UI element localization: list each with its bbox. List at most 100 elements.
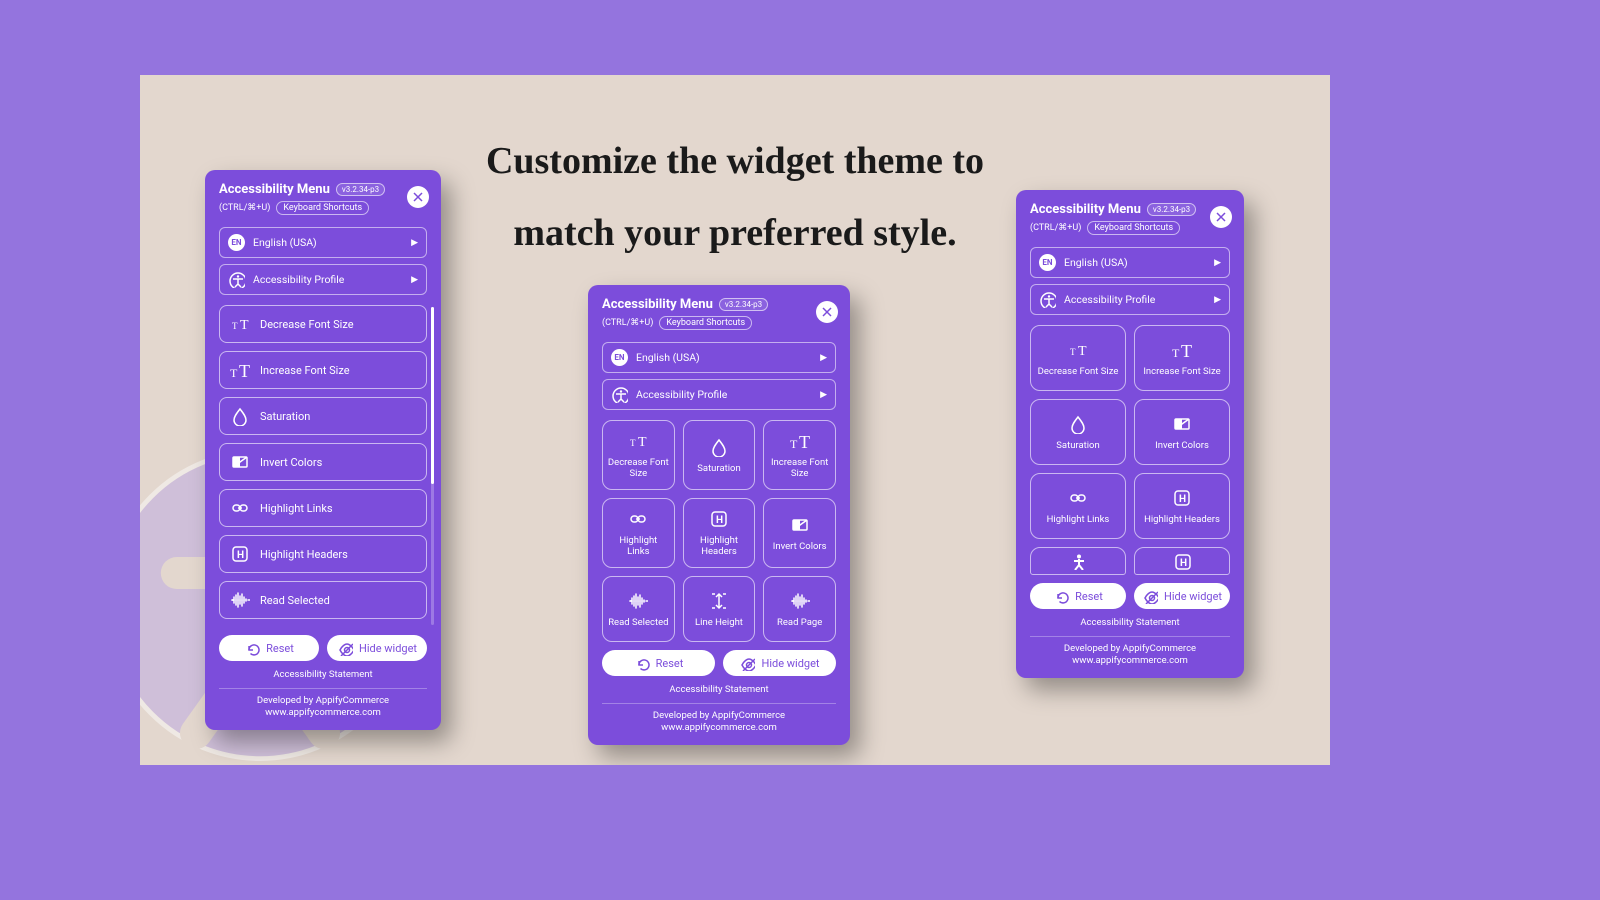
options-grid: Decrease Font Size Increase Font Size Satu… bbox=[1030, 325, 1230, 539]
eye-off-icon bbox=[739, 655, 755, 671]
accessibility-statement-link[interactable]: Accessibility Statement bbox=[219, 669, 427, 680]
accessibility-statement-link[interactable]: Accessibility Statement bbox=[1030, 617, 1230, 628]
profile-selector[interactable]: Accessibility Profile ▶ bbox=[602, 379, 836, 410]
chevron-right-icon: ▶ bbox=[1214, 295, 1221, 305]
language-selector[interactable]: EN English (USA) ▶ bbox=[219, 227, 427, 258]
option-wave[interactable]: Read Selected bbox=[219, 581, 427, 619]
option-label: Read Selected bbox=[260, 594, 330, 607]
accessibility-icon bbox=[228, 271, 245, 288]
option-label: Increase Font Size bbox=[260, 364, 350, 377]
option-label: Increase Font Size bbox=[768, 457, 831, 479]
option-invert[interactable]: Invert Colors bbox=[219, 443, 427, 481]
hide-widget-button[interactable]: Hide widget bbox=[723, 650, 836, 676]
reset-button[interactable]: Reset bbox=[219, 635, 319, 661]
profile-label: Accessibility Profile bbox=[1064, 293, 1155, 306]
link-icon bbox=[628, 509, 648, 529]
close-button[interactable] bbox=[407, 186, 429, 208]
option-label: Increase Font Size bbox=[1143, 366, 1220, 377]
font-increase-icon bbox=[1172, 340, 1192, 360]
option-font-decrease[interactable]: Decrease Font Size bbox=[1030, 325, 1126, 391]
scrollbar-thumb[interactable] bbox=[431, 307, 434, 484]
language-selector[interactable]: EN English (USA) ▶ bbox=[602, 342, 836, 373]
option-label: Read Page bbox=[777, 617, 822, 628]
chevron-right-icon: ▶ bbox=[411, 275, 418, 285]
close-button[interactable] bbox=[1210, 206, 1232, 228]
reset-button[interactable]: Reset bbox=[1030, 583, 1126, 609]
option-link[interactable]: Highlight Links bbox=[1030, 473, 1126, 539]
profile-selector[interactable]: Accessibility Profile ▶ bbox=[219, 264, 427, 295]
language-chip: EN bbox=[1039, 254, 1056, 271]
option-h-box[interactable]: Highlight Headers bbox=[683, 498, 756, 568]
accessibility-statement-link[interactable]: Accessibility Statement bbox=[602, 684, 836, 695]
panel-title: Accessibility Menu bbox=[602, 297, 713, 312]
shortcut-hint: (CTRL/⌘+U) bbox=[602, 318, 653, 328]
font-decrease-icon bbox=[1068, 340, 1088, 360]
developer-credit: Developed by AppifyCommerce www.appifyco… bbox=[602, 703, 836, 735]
option-wave[interactable]: Read Page bbox=[763, 576, 836, 642]
option-label: Decrease Font Size bbox=[260, 318, 354, 331]
option-label: Saturation bbox=[697, 463, 740, 474]
option-link[interactable]: Highlight Links bbox=[219, 489, 427, 527]
version-badge: v3.2.34-p3 bbox=[336, 183, 385, 196]
option-partial-person[interactable] bbox=[1030, 547, 1126, 575]
option-label: Highlight Headers bbox=[688, 535, 751, 557]
marketing-canvas: Customize the widget theme to match your… bbox=[140, 75, 1330, 765]
wave-icon bbox=[628, 591, 648, 611]
version-badge: v3.2.34-p3 bbox=[1147, 203, 1196, 216]
keyboard-shortcuts-badge[interactable]: Keyboard Shortcuts bbox=[1087, 221, 1180, 235]
option-line-height[interactable]: Line Height bbox=[683, 576, 756, 642]
option-font-decrease[interactable]: Decrease Font Size bbox=[602, 420, 675, 490]
widget-preview-list: Accessibility Menu v3.2.34-p3 (CTRL/⌘+U)… bbox=[205, 170, 441, 730]
option-label: Saturation bbox=[1056, 440, 1099, 451]
option-label: Decrease Font Size bbox=[1038, 366, 1119, 377]
option-h-box[interactable]: Highlight Headers bbox=[219, 535, 427, 573]
eye-off-icon bbox=[337, 640, 353, 656]
panel-title: Accessibility Menu bbox=[1030, 202, 1141, 217]
h-box-icon bbox=[1172, 488, 1192, 508]
option-droplet[interactable]: Saturation bbox=[1030, 399, 1126, 465]
line-height-icon bbox=[709, 591, 729, 611]
keyboard-shortcuts-badge[interactable]: Keyboard Shortcuts bbox=[659, 316, 752, 330]
option-droplet[interactable]: Saturation bbox=[219, 397, 427, 435]
keyboard-shortcuts-badge[interactable]: Keyboard Shortcuts bbox=[276, 201, 369, 215]
close-icon bbox=[1211, 207, 1231, 227]
accessibility-icon bbox=[1039, 291, 1056, 308]
option-label: Highlight Links bbox=[607, 535, 670, 557]
chevron-right-icon: ▶ bbox=[820, 353, 827, 363]
option-label: Invert Colors bbox=[1155, 440, 1209, 451]
hide-widget-button[interactable]: Hide widget bbox=[1134, 583, 1230, 609]
invert-icon bbox=[1172, 414, 1192, 434]
language-label: English (USA) bbox=[1064, 256, 1128, 269]
person-icon bbox=[1069, 552, 1087, 570]
reset-button[interactable]: Reset bbox=[602, 650, 715, 676]
option-h-box[interactable]: Highlight Headers bbox=[1134, 473, 1230, 539]
chevron-right-icon: ▶ bbox=[411, 238, 418, 248]
panel-title: Accessibility Menu bbox=[219, 182, 330, 197]
chevron-right-icon: ▶ bbox=[820, 390, 827, 400]
hide-widget-button[interactable]: Hide widget bbox=[327, 635, 427, 661]
language-chip: EN bbox=[228, 234, 245, 251]
option-wave[interactable]: Read Selected bbox=[602, 576, 675, 642]
option-invert[interactable]: Invert Colors bbox=[1134, 399, 1230, 465]
font-decrease-icon bbox=[628, 431, 648, 451]
option-label: Invert Colors bbox=[260, 456, 322, 469]
developer-credit: Developed by AppifyCommerce www.appifyco… bbox=[1030, 636, 1230, 668]
language-selector[interactable]: EN English (USA) ▶ bbox=[1030, 247, 1230, 278]
droplet-icon bbox=[1068, 414, 1088, 434]
option-font-decrease[interactable]: Decrease Font Size bbox=[219, 305, 427, 343]
droplet-icon bbox=[230, 406, 250, 426]
invert-icon bbox=[230, 452, 250, 472]
option-link[interactable]: Highlight Links bbox=[602, 498, 675, 568]
option-partial-h-box[interactable] bbox=[1134, 547, 1230, 575]
option-droplet[interactable]: Saturation bbox=[683, 420, 756, 490]
close-button[interactable] bbox=[816, 301, 838, 323]
option-font-increase[interactable]: Increase Font Size bbox=[219, 351, 427, 389]
h-box-icon bbox=[1173, 552, 1191, 570]
language-chip: EN bbox=[611, 349, 628, 366]
options-list: Decrease Font Size Increase Font Size Satu… bbox=[219, 305, 427, 627]
option-font-increase[interactable]: Increase Font Size bbox=[763, 420, 836, 490]
option-font-increase[interactable]: Increase Font Size bbox=[1134, 325, 1230, 391]
profile-selector[interactable]: Accessibility Profile ▶ bbox=[1030, 284, 1230, 315]
option-invert[interactable]: Invert Colors bbox=[763, 498, 836, 568]
invert-icon bbox=[790, 515, 810, 535]
